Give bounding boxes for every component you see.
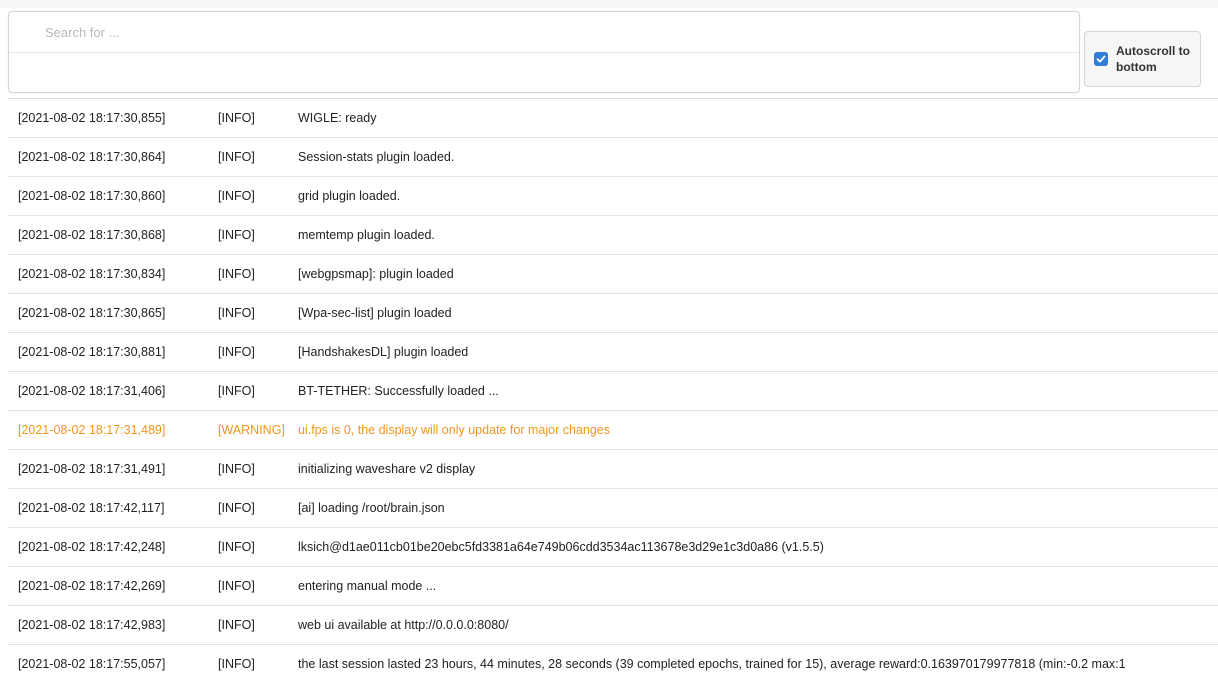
log-row: [2021-08-02 18:17:30,881] [INFO] [Handsh…: [8, 332, 1218, 372]
log-row: [2021-08-02 18:17:30,868] [INFO] memtemp…: [8, 215, 1218, 255]
log-timestamp: [2021-08-02 18:17:42,269]: [8, 566, 204, 606]
log-row: [2021-08-02 18:17:42,248] [INFO] lksich@…: [8, 527, 1218, 567]
log-row: [2021-08-02 18:17:30,865] [INFO] [Wpa-se…: [8, 293, 1218, 333]
log-level: [INFO]: [204, 371, 286, 411]
log-row: [2021-08-02 18:17:42,269] [INFO] enterin…: [8, 566, 1218, 606]
log-timestamp: [2021-08-02 18:17:31,489]: [8, 410, 204, 450]
log-level: [INFO]: [204, 488, 286, 528]
log-table: [2021-08-02 18:17:30,855] [INFO] WIGLE: …: [8, 98, 1218, 682]
log-message: [ai] loading /root/brain.json: [286, 488, 1218, 528]
log-row: [2021-08-02 18:17:31,406] [INFO] BT-TETH…: [8, 371, 1218, 411]
log-message: [webgpsmap]: plugin loaded: [286, 254, 1218, 294]
log-message: BT-TETHER: Successfully loaded ...: [286, 371, 1218, 411]
log-level: [INFO]: [204, 254, 286, 294]
log-message: [Wpa-sec-list] plugin loaded: [286, 293, 1218, 333]
autoscroll-toggle[interactable]: Autoscroll to bottom: [1084, 31, 1201, 87]
log-row: [2021-08-02 18:17:30,834] [INFO] [webgps…: [8, 254, 1218, 294]
log-timestamp: [2021-08-02 18:17:42,983]: [8, 605, 204, 645]
log-message: web ui available at http://0.0.0.0:8080/: [286, 605, 1218, 645]
log-level: [INFO]: [204, 449, 286, 489]
log-message: WIGLE: ready: [286, 98, 1218, 138]
log-message: the last session lasted 23 hours, 44 min…: [286, 644, 1218, 682]
search-panel-blank-area: [9, 53, 1079, 92]
log-timestamp: [2021-08-02 18:17:30,864]: [8, 137, 204, 177]
log-row: [2021-08-02 18:17:42,983] [INFO] web ui …: [8, 605, 1218, 645]
log-level: [INFO]: [204, 566, 286, 606]
log-row: [2021-08-02 18:17:55,057] [INFO] the las…: [8, 644, 1218, 682]
log-level: [INFO]: [204, 644, 286, 682]
log-timestamp: [2021-08-02 18:17:30,868]: [8, 215, 204, 255]
log-level: [INFO]: [204, 293, 286, 333]
search-panel: [8, 11, 1080, 93]
log-level: [INFO]: [204, 332, 286, 372]
log-message: entering manual mode ...: [286, 566, 1218, 606]
log-timestamp: [2021-08-02 18:17:55,057]: [8, 644, 204, 682]
log-message: initializing waveshare v2 display: [286, 449, 1218, 489]
log-row: [2021-08-02 18:17:30,860] [INFO] grid pl…: [8, 176, 1218, 216]
log-message: memtemp plugin loaded.: [286, 215, 1218, 255]
log-timestamp: [2021-08-02 18:17:30,834]: [8, 254, 204, 294]
top-edge: [0, 0, 1218, 8]
log-message: [HandshakesDL] plugin loaded: [286, 332, 1218, 372]
log-timestamp: [2021-08-02 18:17:30,860]: [8, 176, 204, 216]
log-timestamp: [2021-08-02 18:17:42,117]: [8, 488, 204, 528]
log-level: [WARNING]: [204, 410, 286, 450]
log-row: [2021-08-02 18:17:30,855] [INFO] WIGLE: …: [8, 98, 1218, 138]
log-row: [2021-08-02 18:17:31,491] [INFO] initial…: [8, 449, 1218, 489]
log-timestamp: [2021-08-02 18:17:30,855]: [8, 98, 204, 138]
log-timestamp: [2021-08-02 18:17:30,865]: [8, 293, 204, 333]
log-level: [INFO]: [204, 176, 286, 216]
log-timestamp: [2021-08-02 18:17:31,406]: [8, 371, 204, 411]
log-message: grid plugin loaded.: [286, 176, 1218, 216]
search-input[interactable]: [9, 12, 1079, 53]
checkbox-checked-icon[interactable]: [1094, 52, 1108, 66]
log-message: ui.fps is 0, the display will only updat…: [286, 410, 1218, 450]
log-level: [INFO]: [204, 605, 286, 645]
log-message: Session-stats plugin loaded.: [286, 137, 1218, 177]
log-level: [INFO]: [204, 98, 286, 138]
log-timestamp: [2021-08-02 18:17:31,491]: [8, 449, 204, 489]
log-viewer-page: Autoscroll to bottom [2021-08-02 18:17:3…: [0, 0, 1218, 682]
log-row: [2021-08-02 18:17:42,117] [INFO] [ai] lo…: [8, 488, 1218, 528]
autoscroll-label: Autoscroll to bottom: [1116, 44, 1190, 74]
log-timestamp: [2021-08-02 18:17:42,248]: [8, 527, 204, 567]
log-message: lksich@d1ae011cb01be20ebc5fd3381a64e749b…: [286, 527, 1218, 567]
log-row-warning: [2021-08-02 18:17:31,489] [WARNING] ui.f…: [8, 410, 1218, 450]
log-row: [2021-08-02 18:17:30,864] [INFO] Session…: [8, 137, 1218, 177]
log-level: [INFO]: [204, 137, 286, 177]
log-level: [INFO]: [204, 215, 286, 255]
log-level: [INFO]: [204, 527, 286, 567]
log-timestamp: [2021-08-02 18:17:30,881]: [8, 332, 204, 372]
